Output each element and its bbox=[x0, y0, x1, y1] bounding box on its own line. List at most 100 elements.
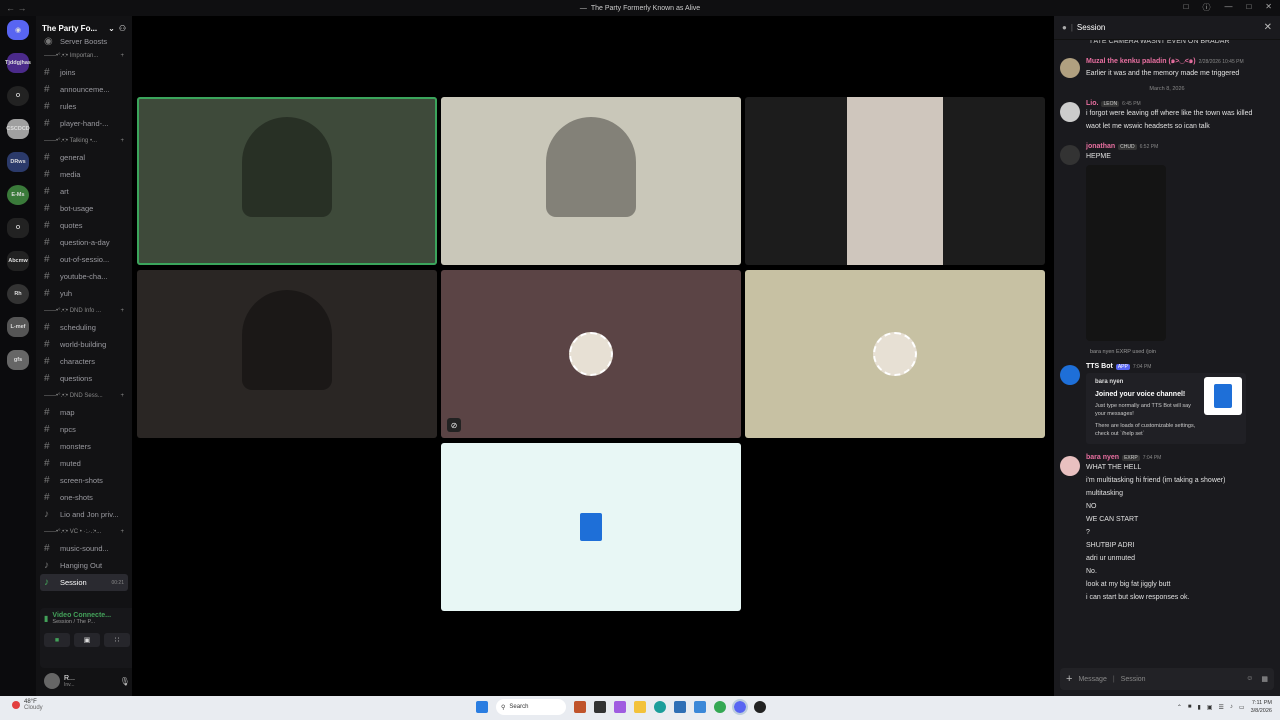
mail-icon[interactable] bbox=[694, 701, 706, 713]
back-forward-icon[interactable]: ← → bbox=[6, 3, 27, 13]
monitor-tray-icon[interactable]: ▣ bbox=[1207, 704, 1213, 711]
user-avatar[interactable] bbox=[1060, 456, 1080, 476]
channel-item[interactable]: # questions bbox=[36, 370, 132, 387]
category-header[interactable]: ——•°.•:• DND Sess... + bbox=[36, 387, 132, 404]
channel-item[interactable]: # yuh bbox=[36, 285, 132, 302]
server-icon[interactable]: O bbox=[7, 86, 29, 106]
server-icon[interactable]: E-Ms bbox=[7, 185, 29, 205]
edge-icon[interactable] bbox=[654, 701, 666, 713]
emoji-icon[interactable]: ☺ bbox=[1246, 675, 1253, 683]
server-icon[interactable]: L-mef bbox=[7, 317, 29, 337]
participant-tile[interactable]: ⊘ bbox=[441, 270, 741, 438]
taskbar-search[interactable]: ⚲ Search bbox=[496, 699, 566, 715]
category-header[interactable]: ——•°.•:• Importan... + bbox=[36, 47, 132, 64]
microphone-icon[interactable]: 🎙 bbox=[120, 677, 130, 686]
command-reply-reference[interactable]: bara nyen EXRP used /join bbox=[1060, 349, 1274, 355]
channel-item[interactable]: # youtube-cha... bbox=[36, 268, 132, 285]
user-avatar[interactable] bbox=[1060, 58, 1080, 78]
video-tile[interactable] bbox=[137, 270, 437, 438]
message-author[interactable]: bara nyen bbox=[1086, 454, 1119, 461]
channel-item[interactable]: # out-of-sessio... bbox=[36, 251, 132, 268]
user-avatar[interactable] bbox=[1060, 102, 1080, 122]
channel-item[interactable]: # general bbox=[36, 149, 132, 166]
server-icon[interactable]: Rh bbox=[7, 284, 29, 304]
channel-item[interactable]: # joins bbox=[36, 64, 132, 81]
store-icon[interactable] bbox=[674, 701, 686, 713]
screen-share-button[interactable]: ▣ bbox=[74, 633, 100, 647]
message-author[interactable]: jonathan bbox=[1086, 143, 1115, 150]
inbox-icon[interactable]: □ bbox=[1184, 2, 1189, 13]
invite-icon[interactable]: ⚇ bbox=[119, 24, 126, 33]
terminal-icon[interactable] bbox=[594, 701, 606, 713]
channel-item[interactable]: # media bbox=[36, 166, 132, 183]
server-icon[interactable]: Tjddgjhas bbox=[5, 53, 31, 73]
category-header[interactable]: ——•°.•:• DND Info ... + bbox=[36, 302, 132, 319]
camera-button[interactable]: ■ bbox=[44, 633, 70, 647]
channel-item[interactable]: # rules bbox=[36, 98, 132, 115]
volume-icon[interactable]: ♪ bbox=[1230, 704, 1233, 710]
add-channel-icon[interactable]: + bbox=[120, 138, 132, 144]
user-avatar[interactable] bbox=[1060, 145, 1080, 165]
close-icon[interactable]: ✕ bbox=[1265, 2, 1272, 13]
video-tile[interactable] bbox=[441, 97, 741, 265]
video-tile[interactable] bbox=[745, 97, 1045, 265]
image-attachment[interactable] bbox=[1086, 165, 1166, 341]
user-avatar[interactable] bbox=[44, 673, 60, 689]
camera-tray-icon[interactable]: ■ bbox=[1188, 704, 1192, 710]
channel-item[interactable]: # muted bbox=[36, 455, 132, 472]
attach-plus-icon[interactable]: + bbox=[1066, 673, 1072, 685]
server-boosts-item[interactable]: ◉ Server Boosts bbox=[36, 36, 132, 47]
message-author[interactable]: Lio. bbox=[1086, 100, 1098, 107]
maximize-icon[interactable]: □ bbox=[1246, 2, 1251, 13]
channel-item[interactable]: # bot-usage bbox=[36, 200, 132, 217]
apps-icon[interactable]: ▦ bbox=[1261, 675, 1268, 683]
voice-channel-path[interactable]: Session / The P... bbox=[52, 619, 139, 625]
channel-item[interactable]: # one-shots bbox=[36, 489, 132, 506]
channel-item[interactable]: # characters bbox=[36, 353, 132, 370]
channel-item[interactable]: # question-a-day bbox=[36, 234, 132, 251]
weather-widget[interactable]: 48°F Cloudy bbox=[12, 699, 43, 711]
participant-tile[interactable] bbox=[441, 443, 741, 611]
video-tile[interactable] bbox=[137, 97, 437, 265]
channel-item[interactable]: ♪ Hanging Out bbox=[36, 557, 132, 574]
channel-item[interactable]: ♪ Lio and Jon priv... bbox=[36, 506, 132, 523]
chrome-icon[interactable] bbox=[714, 701, 726, 713]
add-channel-icon[interactable]: + bbox=[120, 529, 132, 535]
channel-item[interactable]: # monsters bbox=[36, 438, 132, 455]
participant-tile[interactable] bbox=[745, 270, 1045, 438]
minimize-icon[interactable]: — bbox=[1224, 2, 1232, 13]
chevron-down-icon[interactable]: ⌄ bbox=[108, 24, 115, 33]
discord-home-icon[interactable]: ◉ bbox=[7, 20, 29, 40]
obs-icon[interactable] bbox=[754, 701, 766, 713]
channel-item[interactable]: # screen-shots bbox=[36, 472, 132, 489]
channel-item[interactable]: # player-hand-... bbox=[36, 115, 132, 132]
channel-item[interactable]: # map bbox=[36, 404, 132, 421]
copilot-icon[interactable] bbox=[614, 701, 626, 713]
server-icon[interactable]: O bbox=[7, 218, 29, 238]
category-header[interactable]: ——•°.•:• Talking •... + bbox=[36, 132, 132, 149]
close-chat-icon[interactable]: ✕ bbox=[1264, 22, 1272, 33]
channel-item[interactable]: # music-sound... bbox=[36, 540, 132, 557]
tray-chevron-icon[interactable]: ⌃ bbox=[1177, 704, 1182, 711]
add-channel-icon[interactable]: + bbox=[120, 393, 132, 399]
user-avatar[interactable] bbox=[1060, 365, 1080, 385]
help-icon[interactable]: ⓘ bbox=[1202, 2, 1210, 13]
clock[interactable]: 7:11 PM 3/8/2026 bbox=[1251, 699, 1272, 715]
message-author[interactable]: TTS Bot bbox=[1086, 363, 1113, 370]
server-icon[interactable]: DRws bbox=[7, 152, 29, 172]
channel-item[interactable]: # world-building bbox=[36, 336, 132, 353]
add-channel-icon[interactable]: + bbox=[120, 53, 132, 59]
battery-icon[interactable]: ▭ bbox=[1239, 704, 1245, 711]
channel-item[interactable]: # scheduling bbox=[36, 319, 132, 336]
mic-tray-icon[interactable]: ▮ bbox=[1198, 704, 1201, 711]
channel-item[interactable]: # art bbox=[36, 183, 132, 200]
server-icon[interactable]: gfs bbox=[7, 350, 29, 370]
message-author[interactable]: Muzal the kenku paladin (๑>◡<๑) bbox=[1086, 56, 1196, 67]
activities-button[interactable]: ∷ bbox=[104, 633, 130, 647]
wifi-icon[interactable]: ☰ bbox=[1219, 704, 1224, 711]
start-icon[interactable] bbox=[476, 701, 488, 713]
channel-item[interactable]: # quotes bbox=[36, 217, 132, 234]
task-view-icon[interactable] bbox=[574, 701, 586, 713]
server-icon[interactable]: Abcmw bbox=[7, 251, 29, 271]
file-explorer-icon[interactable] bbox=[634, 701, 646, 713]
